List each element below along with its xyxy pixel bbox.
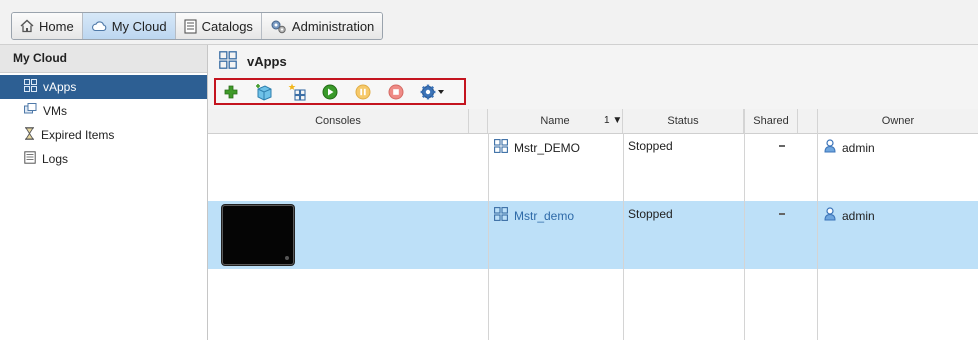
sidebar-item-label: VMs: [43, 104, 67, 118]
owner-name: admin: [842, 140, 875, 155]
sidebar-item-label: Logs: [42, 152, 69, 166]
column-header-shared[interactable]: Shared: [745, 109, 798, 133]
sidebar-item-vms[interactable]: VMs: [0, 99, 207, 123]
vapp-icon: [219, 50, 237, 72]
sidebar-item-expired-items[interactable]: Expired Items: [0, 123, 207, 147]
tab-catalogs[interactable]: Catalogs: [175, 13, 262, 39]
stop-icon[interactable]: [387, 83, 405, 101]
main-header: vApps: [208, 45, 978, 77]
vapp-icon: [494, 207, 508, 224]
toolbar-row: [208, 77, 978, 110]
tab-administration[interactable]: Administration: [261, 13, 383, 39]
table-row[interactable]: Mstr_demo Stopped admin: [208, 201, 978, 269]
page-title: vApps: [247, 53, 287, 69]
tab-home-label: Home: [39, 18, 74, 34]
tab-home[interactable]: Home: [12, 13, 83, 39]
column-header-consoles[interactable]: Consoles: [208, 109, 469, 133]
catalog-icon: [184, 18, 197, 34]
owner-name: admin: [842, 208, 875, 223]
status-cell: Stopped: [628, 207, 673, 221]
shared-indicator: [779, 145, 785, 147]
vm-icon: [24, 103, 37, 119]
top-navigation-bar: Home My Cloud Catalogs Administration: [0, 0, 978, 45]
sidebar-item-logs[interactable]: Logs: [0, 147, 207, 171]
hourglass-icon: [24, 127, 35, 143]
vapp-toolbar: [214, 78, 466, 105]
column-spacer: [469, 109, 488, 133]
tab-administration-label: Administration: [291, 18, 375, 34]
actions-gear-icon[interactable]: [420, 83, 446, 101]
vapp-name-link[interactable]: Mstr_demo: [514, 209, 574, 223]
vapp-icon: [24, 79, 37, 95]
column-header-status[interactable]: Status: [623, 109, 744, 133]
user-icon: [824, 139, 836, 156]
column-spacer: [798, 109, 818, 133]
sidebar-item-vapps[interactable]: vApps: [0, 75, 207, 99]
vapp-name: Mstr_DEMO: [514, 140, 580, 155]
administration-icon: [270, 19, 287, 34]
table-row[interactable]: Mstr_DEMO Stopped admin: [208, 133, 978, 201]
status-cell: Stopped: [628, 139, 673, 153]
tab-my-cloud[interactable]: My Cloud: [82, 13, 176, 39]
vapp-icon: [494, 139, 508, 156]
home-icon: [20, 19, 34, 33]
add-vapp-icon[interactable]: [222, 83, 240, 101]
console-thumbnail[interactable]: [222, 205, 294, 265]
main-panel: vApps Consoles Name 1 ▼ Status Shared Ow…: [208, 45, 978, 340]
tab-catalogs-label: Catalogs: [201, 18, 253, 34]
add-vapp-from-catalog-icon[interactable]: [255, 83, 273, 101]
column-divider: [817, 133, 818, 340]
sidebar-item-label: vApps: [43, 80, 77, 94]
shared-indicator: [779, 213, 785, 215]
sort-indicator[interactable]: 1 ▼: [604, 109, 622, 133]
name-cell[interactable]: Mstr_DEMO: [494, 139, 580, 156]
name-cell[interactable]: Mstr_demo: [494, 207, 574, 224]
column-divider: [744, 133, 745, 340]
suspend-icon[interactable]: [354, 83, 372, 101]
cloud-icon: [91, 20, 107, 32]
log-icon: [24, 151, 36, 167]
sidebar-title: My Cloud: [0, 45, 207, 73]
column-divider: [623, 133, 624, 340]
vapps-table: Consoles Name 1 ▼ Status Shared Owner Ms…: [208, 109, 978, 340]
owner-cell: admin: [824, 207, 875, 224]
main-tab-group: Home My Cloud Catalogs Administration: [11, 12, 384, 40]
column-header-owner[interactable]: Owner: [818, 109, 978, 133]
column-divider: [488, 133, 489, 340]
build-new-vapp-icon[interactable]: [288, 83, 306, 101]
column-header-name[interactable]: Name: [488, 109, 623, 133]
user-icon: [824, 207, 836, 224]
table-header: Consoles Name 1 ▼ Status Shared Owner: [208, 109, 978, 134]
sidebar: My Cloud vApps VMs Expired Items Logs: [0, 45, 208, 340]
owner-cell: admin: [824, 139, 875, 156]
tab-my-cloud-label: My Cloud: [111, 18, 167, 34]
sidebar-item-label: Expired Items: [41, 128, 115, 142]
start-icon[interactable]: [321, 83, 339, 101]
